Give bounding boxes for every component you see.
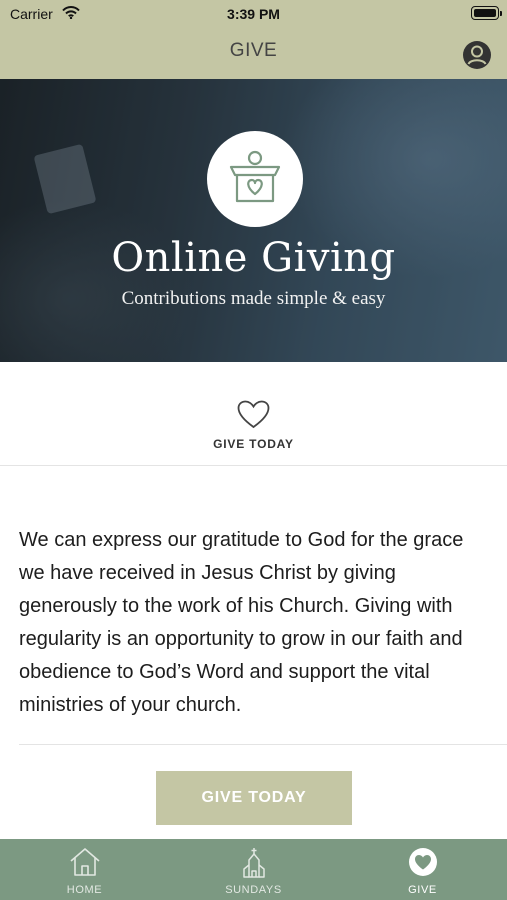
hero-title: Online Giving — [111, 235, 396, 281]
divider — [19, 744, 507, 745]
hero-subtitle: Contributions made simple & easy — [121, 288, 386, 309]
donation-box-icon — [229, 150, 281, 203]
page-title: GIVE — [229, 40, 278, 61]
tab-sundays[interactable]: SUNDAYS — [169, 839, 338, 900]
house-icon — [0, 847, 169, 882]
give-today-label: GIVE TODAY — [213, 437, 294, 451]
tab-home-label: HOME — [66, 884, 103, 896]
status-time: 3:39 PM — [227, 6, 280, 22]
status-bar: Carrier 3:39 PM — [0, 0, 507, 28]
tab-bar: HOME SUNDAYS GIVE — [0, 839, 507, 900]
hero-banner: Online Giving Contributions made simple … — [0, 79, 507, 362]
heart-outline-icon — [237, 400, 270, 434]
tab-give-label: GIVE — [408, 884, 437, 896]
give-today-shortcut[interactable]: GIVE TODAY — [0, 362, 507, 466]
tab-home[interactable]: HOME — [0, 839, 169, 900]
battery-icon — [471, 6, 502, 20]
church-icon — [169, 847, 338, 884]
donation-box-badge — [207, 131, 303, 227]
account-icon[interactable] — [462, 40, 492, 70]
tab-give[interactable]: GIVE — [338, 839, 507, 900]
top-bar: Carrier 3:39 PM GIVE — [0, 0, 507, 79]
giving-description: We can express our gratitude to God for … — [19, 529, 464, 716]
heart-icon — [338, 847, 507, 882]
give-today-button[interactable]: GIVE TODAY — [156, 771, 352, 825]
tab-sundays-label: SUNDAYS — [225, 884, 282, 896]
